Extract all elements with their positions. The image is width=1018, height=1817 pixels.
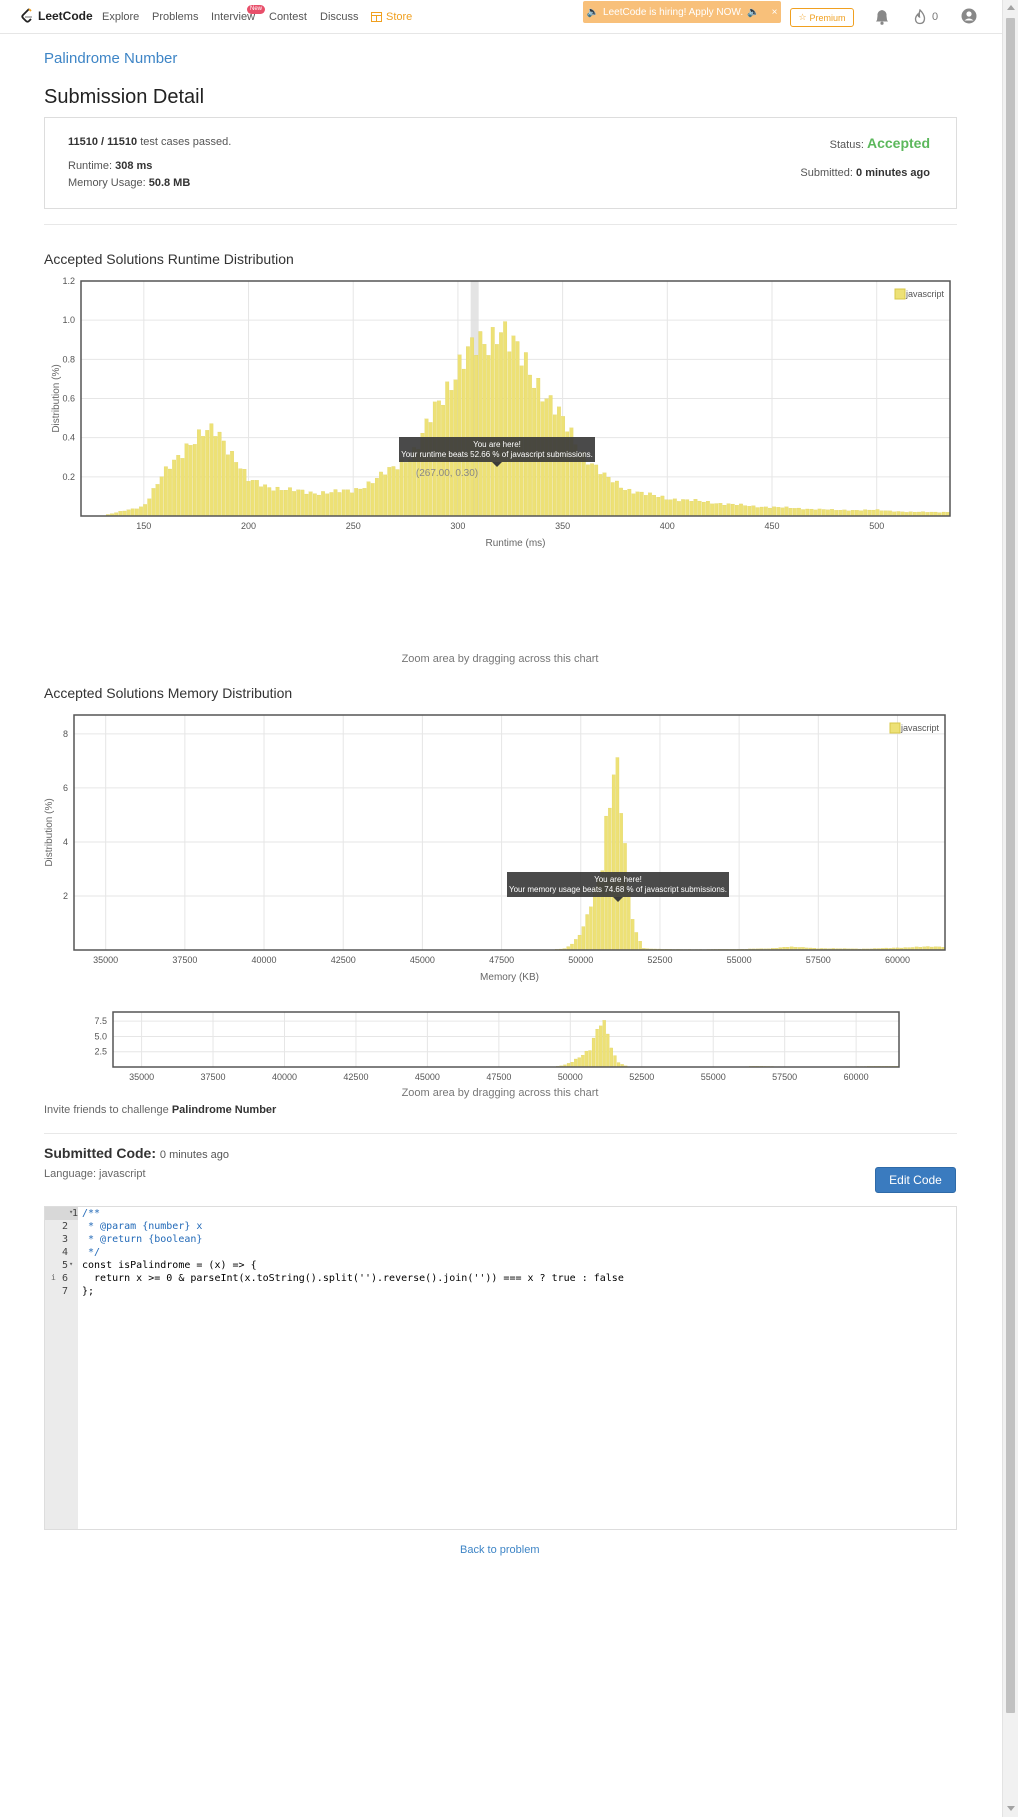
y-tick-label: 5.0 [94,1031,107,1041]
y-tick-label: 4 [63,837,68,847]
code-line: return x >= 0 & parseInt(x.toString().sp… [82,1273,624,1284]
histogram-bar [595,1028,599,1068]
x-tick-label: 60000 [844,1072,869,1082]
x-tick-label: 52500 [629,1072,654,1082]
histogram-bar [602,1020,606,1068]
x-tick-label: 35000 [93,955,118,965]
memory-chart-svg[interactable]: 35000 37500 40000 42500 45000 47500 50000 52500… [0,0,1000,1100]
memory-zoom-caption: Zoom area by dragging across this chart [401,1087,599,1099]
x-tick-label: 40000 [272,1072,297,1082]
x-tick-label: 50000 [558,1072,583,1082]
y-tick-label: 6 [63,783,68,793]
submitted-code-time: 0 minutes ago [159,1149,229,1161]
line-number: 2 [61,1221,68,1232]
invite-prefix: Invite friends to challenge [44,1104,169,1116]
histogram-bar [581,1055,585,1068]
x-tick-label: 35000 [129,1072,154,1082]
histogram-bar [574,1058,578,1068]
line-number: 4 [61,1247,68,1258]
line-number: 5 [61,1260,68,1271]
histogram-bar [574,939,578,951]
tooltip-line: You are here! [594,875,642,884]
histogram-bar [584,1050,588,1068]
submitted-code-title: Submitted Code: 0 minutes ago [44,1145,229,1161]
x-tick-label: 55000 [727,955,752,965]
histogram-bar [609,1047,613,1068]
page-scrollbar[interactable] [1002,0,1018,1817]
x-tick-label: 37500 [172,955,197,965]
edit-code-button[interactable]: Edit Code [875,1167,956,1193]
submitted-code-label: Submitted Code: [44,1145,156,1161]
y-axis-label: Distribution (%) [44,798,55,866]
histogram-bar [630,919,635,951]
code-line: /** [82,1208,101,1219]
info-icon[interactable]: i [51,1273,56,1282]
language-label: Language: javascript [44,1168,146,1180]
x-tick-label: 50000 [568,955,593,965]
x-tick-label: 55000 [701,1072,726,1082]
fold-arrow-icon[interactable]: ▾ [69,1208,73,1216]
code-line: */ [82,1247,101,1258]
histogram-bar [611,774,616,951]
x-tick-label: 45000 [410,955,435,965]
line-number: 7 [61,1286,68,1297]
histogram-bar [577,934,582,951]
y-tick-label: 2 [63,891,68,901]
divider [44,1133,957,1134]
line-gutter: 1 2 3 4 5 6 7 ▾ ▾ i [45,1207,78,1529]
code-line: * @return {boolean} [82,1234,203,1245]
scroll-up-arrow-icon[interactable] [1007,5,1015,10]
histogram-bar [589,906,593,951]
histogram-bar [638,941,642,951]
histogram-bar [613,1055,617,1068]
histogram-bar [577,1057,581,1068]
scroll-thumb[interactable] [1006,18,1015,1713]
x-tick-label: 60000 [885,955,910,965]
x-tick-label: 47500 [489,955,514,965]
back-to-problem-link[interactable]: Back to problem [460,1544,539,1556]
x-tick-label: 57500 [806,955,831,965]
histogram-bar [634,932,639,951]
code-line: * @param {number} x [82,1221,203,1232]
code-line: }; [82,1286,95,1297]
histogram-bar [581,926,586,951]
plot-frame [112,1011,900,1068]
line-number: 6 [61,1273,68,1284]
x-tick-label: 57500 [772,1072,797,1082]
histogram-bar [585,914,589,951]
x-tick-label: 45000 [415,1072,440,1082]
legend-label: javascript [900,723,940,733]
x-tick-label: 42500 [331,955,356,965]
tooltip-line: Your memory usage beats 74.68 % of javas… [509,885,727,894]
x-axis-label: Memory (KB) [480,972,539,983]
histogram-bar [591,1037,596,1068]
invite-text: Invite friends to challenge Palindrome N… [44,1104,276,1116]
histogram-bar [627,891,631,951]
legend-swatch [889,722,901,734]
x-tick-label: 37500 [201,1072,226,1082]
histogram-bar [570,943,574,951]
histogram-bar [606,1033,610,1068]
x-tick-label: 52500 [647,955,672,965]
line-number: 3 [61,1234,68,1245]
histogram-bar [599,1025,603,1068]
y-tick-label: 7.5 [94,1016,107,1026]
x-tick-label: 42500 [343,1072,368,1082]
invite-problem: Palindrome Number [171,1104,277,1116]
scroll-down-arrow-icon[interactable] [1007,1806,1015,1811]
plot-frame [73,714,946,951]
histogram-bar [588,1050,592,1068]
code-editor[interactable]: 1 2 3 4 5 6 7 ▾ ▾ i /** * @param {number… [44,1206,957,1530]
histogram-bar [615,757,620,951]
code-line: const isPalindrome = (x) => { [82,1260,257,1271]
x-tick-label: 47500 [486,1072,511,1082]
y-tick-label: 2.5 [94,1047,107,1057]
x-tick-label: 40000 [252,955,277,965]
y-tick-label: 8 [63,729,68,739]
fold-arrow-icon[interactable]: ▾ [69,1260,73,1268]
